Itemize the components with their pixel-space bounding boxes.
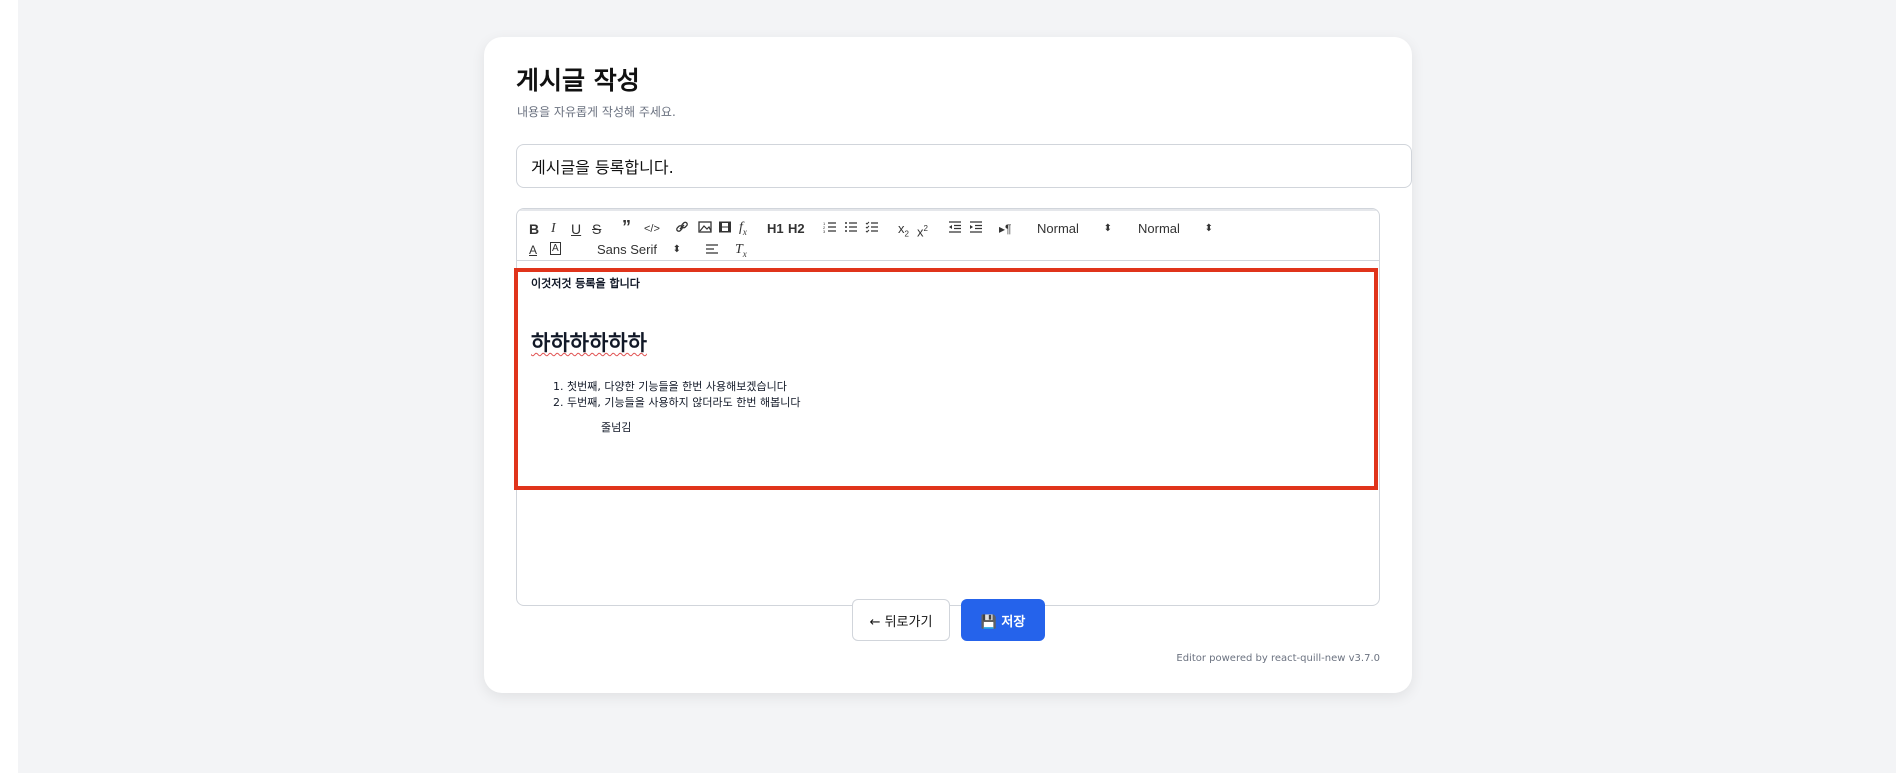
blockquote-icon[interactable]: ”	[622, 218, 631, 236]
background-color-icon[interactable]: A	[550, 242, 561, 255]
size-picker-value: Normal	[1037, 221, 1079, 236]
list-item: 2. 두번째, 기능들을 사용하지 않더라도 한번 해봅니다	[553, 396, 801, 409]
formula-icon[interactable]: fx	[739, 220, 747, 240]
editor-credit: Editor powered by react-quill-new v3.7.0	[1176, 653, 1380, 664]
link-icon[interactable]	[675, 220, 689, 237]
clear-format-icon[interactable]: Tx	[735, 242, 747, 262]
outdent-icon[interactable]	[948, 220, 962, 237]
heading-paragraph: 하하하하하하	[531, 327, 647, 357]
rich-text-editor: B I U S ” </> fx H1 H2 123 x2 x2 ▸¶ Norm…	[516, 208, 1380, 606]
picker-arrow-icon: ⬍	[672, 244, 681, 255]
bold-paragraph: 이것저것 등록을 합니다	[531, 277, 640, 290]
image-icon[interactable]	[698, 220, 712, 237]
strike-icon[interactable]: S	[592, 221, 601, 237]
superscript-icon[interactable]: x2	[917, 221, 928, 240]
header-2-button[interactable]: H2	[788, 221, 805, 237]
subscript-icon[interactable]: x2	[898, 221, 909, 243]
editor-content-area[interactable]: 이것저것 등록을 합니다 하하하하하하 1. 첫번째, 다양한 기능들을 한번 …	[517, 267, 1379, 605]
save-button[interactable]: 💾 저장	[961, 599, 1045, 641]
ordered-list-icon[interactable]: 123	[823, 220, 837, 237]
post-editor-card: 게시글 작성 내용을 자유롭게 작성해 주세요. B I U S ” </> f…	[484, 37, 1412, 693]
picker-arrow-icon: ⬍	[1204, 223, 1213, 234]
page-subtitle: 내용을 자유롭게 작성해 주세요.	[517, 105, 676, 119]
video-icon[interactable]	[718, 220, 732, 237]
heading-text: 하하하하하하	[531, 331, 647, 355]
font-picker-value: Sans Serif	[597, 242, 657, 257]
post-title-input[interactable]	[516, 144, 1412, 188]
back-button[interactable]: ← 뒤로가기	[852, 599, 950, 641]
page-title: 게시글 작성	[516, 66, 640, 95]
text-direction-icon[interactable]: ▸¶	[999, 221, 1011, 237]
check-list-icon[interactable]	[865, 220, 879, 237]
picker-arrow-icon: ⬍	[1103, 223, 1112, 234]
ordered-list: 1. 첫번째, 다양한 기능들을 한번 사용해보겠습니다 2. 두번째, 기능들…	[553, 379, 801, 411]
svg-text:3: 3	[823, 229, 826, 234]
window-edge	[0, 0, 18, 773]
indent-icon[interactable]	[969, 220, 983, 237]
header-picker-value: Normal	[1138, 221, 1180, 236]
align-left-icon[interactable]	[705, 242, 719, 259]
list-item: 1. 첫번째, 다양한 기능들을 한번 사용해보겠습니다	[553, 380, 787, 393]
size-picker[interactable]: Normal ⬍	[1037, 221, 1112, 237]
editor-toolbar: B I U S ” </> fx H1 H2 123 x2 x2 ▸¶ Norm…	[517, 209, 1379, 261]
italic-icon[interactable]: I	[551, 221, 556, 237]
header-picker[interactable]: Normal ⬍	[1138, 221, 1213, 237]
font-picker[interactable]: Sans Serif ⬍	[597, 242, 681, 258]
text-color-icon[interactable]: A	[529, 242, 537, 258]
indented-paragraph: 줄넘김	[601, 421, 632, 434]
code-block-icon[interactable]: </>	[644, 221, 660, 237]
bold-icon[interactable]: B	[529, 221, 539, 237]
bullet-list-icon[interactable]	[844, 220, 858, 237]
header-1-button[interactable]: H1	[767, 221, 784, 237]
underline-icon[interactable]: U	[571, 221, 581, 237]
